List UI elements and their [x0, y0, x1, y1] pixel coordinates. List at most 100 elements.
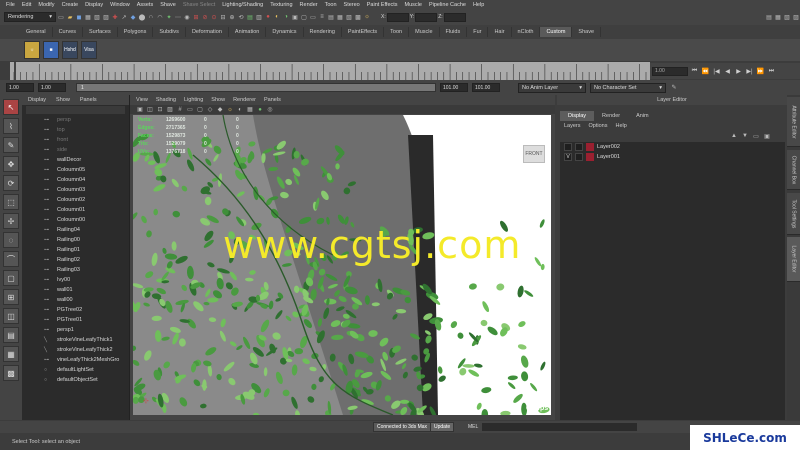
- layer-visibility-toggle[interactable]: V: [564, 153, 572, 161]
- deform-icon[interactable]: ✦: [165, 13, 173, 22]
- outliner-item[interactable]: ⊶ persp: [22, 115, 129, 125]
- outliner-item[interactable]: ○ defaultLightSet: [22, 365, 129, 375]
- prev-key-icon[interactable]: |◀: [712, 67, 721, 76]
- show-layer-editor-icon[interactable]: ▨: [792, 13, 800, 22]
- outliner-item[interactable]: ○ defaultObjectSet: [22, 375, 129, 385]
- viewport-menu-panels[interactable]: Panels: [264, 97, 281, 103]
- shelf-tab-dynamics[interactable]: Dynamics: [266, 27, 304, 37]
- connected-status[interactable]: Connected to 3ds Max: [373, 422, 432, 432]
- outliner-item[interactable]: ⊶ Ivy00: [22, 275, 129, 285]
- layer-tab-display[interactable]: Display: [560, 110, 595, 121]
- shelf-tab-general[interactable]: General: [20, 27, 53, 37]
- snap-point-icon[interactable]: ⊙: [210, 13, 218, 22]
- dynamics-icon[interactable]: ⋯: [174, 13, 182, 22]
- outliner-item[interactable]: ⊶ Railing02: [22, 255, 129, 265]
- menu-file[interactable]: File: [6, 2, 15, 8]
- layer-menu-help[interactable]: Help: [615, 123, 626, 129]
- scale-tool-icon[interactable]: ⬚: [3, 194, 19, 210]
- next-key-icon[interactable]: ▶|: [745, 67, 754, 76]
- side-tab-attribute-editor[interactable]: Attribute Editor: [787, 97, 800, 147]
- side-tab-layer-editor[interactable]: Layer Editor: [787, 237, 800, 282]
- cube-icon[interactable]: ■: [43, 41, 59, 59]
- paint-select-icon[interactable]: ✎: [3, 137, 19, 153]
- layer-visibility-toggle[interactable]: [564, 143, 572, 151]
- shelf-tab-rendering[interactable]: Rendering: [304, 27, 342, 37]
- layer-menu-layers[interactable]: Layers: [564, 123, 581, 129]
- save-scene-icon[interactable]: ◼: [75, 13, 83, 22]
- anim-layer-dropdown[interactable]: No Anim Layer ▾: [518, 82, 586, 93]
- layer-color-swatch[interactable]: [586, 153, 594, 161]
- hypershade-icon[interactable]: ▣: [291, 13, 299, 22]
- resolution-gate-icon[interactable]: ▢: [196, 105, 204, 114]
- shelf-tab-muscle[interactable]: Muscle: [409, 27, 440, 37]
- snap-plane-icon[interactable]: ⊟: [219, 13, 227, 22]
- shelf-button-visa[interactable]: Visa: [81, 41, 97, 59]
- outliner-item[interactable]: ⊶ PGTree01: [22, 315, 129, 325]
- ipr-render-icon[interactable]: ◐: [273, 13, 281, 22]
- lasso-tool-icon[interactable]: ⌇: [3, 118, 19, 134]
- layer-tab-anim[interactable]: Anim: [628, 111, 657, 121]
- camera-attrs-icon[interactable]: ◫: [146, 105, 154, 114]
- curve-icon[interactable]: ∩: [147, 13, 155, 22]
- smooth-shade-icon[interactable]: ◆: [216, 105, 224, 114]
- layer-icon[interactable]: ▩: [354, 13, 362, 22]
- current-frame-field[interactable]: 1.00: [652, 66, 688, 76]
- menu-help[interactable]: Help: [473, 2, 484, 8]
- play-forward-icon[interactable]: ▶: [734, 67, 743, 76]
- layer-menu-options[interactable]: Options: [589, 123, 608, 129]
- outliner-item[interactable]: ⊶ wall01: [22, 285, 129, 295]
- shelf-tab-ncloth[interactable]: nCloth: [512, 27, 541, 37]
- open-scene-icon[interactable]: ▰: [66, 13, 74, 22]
- two-pane-icon[interactable]: ◫: [3, 308, 19, 324]
- wireframe-icon[interactable]: ◇: [206, 105, 214, 114]
- character-set-dropdown[interactable]: No Character Set ▾: [590, 82, 666, 93]
- layer-row[interactable]: V Layer001: [560, 152, 785, 162]
- show-tool-settings-icon[interactable]: ▦: [774, 13, 782, 22]
- menu-muscle[interactable]: Muscle: [405, 2, 422, 8]
- bookmark-icon[interactable]: ⊡: [156, 105, 164, 114]
- show-attribute-editor-icon[interactable]: ▤: [765, 13, 773, 22]
- outliner-item[interactable]: ⊶ front: [22, 135, 129, 145]
- view-cube[interactable]: FRONT: [523, 145, 545, 163]
- 3d-viewport[interactable]: Verts: 1269600 0 0 Edges: 2717365 0 0 Faces: 1529…: [133, 115, 551, 415]
- outliner-item[interactable]: ⊶ Coloumn04: [22, 175, 129, 185]
- surface-icon[interactable]: ◠: [156, 13, 164, 22]
- input-ops-icon[interactable]: ▤: [246, 13, 254, 22]
- shelf-tab-subdivs[interactable]: Subdivs: [153, 27, 186, 37]
- new-layer-icon[interactable]: ▭: [752, 132, 760, 141]
- new-scene-icon[interactable]: ▭: [57, 13, 65, 22]
- shelf-tab-painteffects[interactable]: PaintEffects: [342, 27, 385, 37]
- shelf-tab-curves[interactable]: Curves: [53, 27, 83, 37]
- outliner-menu-panels[interactable]: Panels: [80, 97, 97, 103]
- snap-curve-icon[interactable]: ⊘: [201, 13, 209, 22]
- textured-icon[interactable]: ▦: [246, 105, 254, 114]
- shelf-tab-shave[interactable]: Shave: [572, 27, 602, 37]
- shelf-tab-hair[interactable]: Hair: [488, 27, 512, 37]
- playback-end-field[interactable]: 101.00: [440, 83, 468, 92]
- menu-create[interactable]: Create: [62, 2, 79, 8]
- isolate-icon[interactable]: ◎: [266, 105, 274, 114]
- menu-texturing[interactable]: Texturing: [270, 2, 292, 8]
- joint-icon[interactable]: ⬤: [138, 13, 146, 22]
- menu-shave[interactable]: Shave: [160, 2, 176, 8]
- outliner-item[interactable]: ⊶ persp1: [22, 325, 129, 335]
- input-line-icon[interactable]: ▭: [309, 13, 317, 22]
- menu-edit[interactable]: Edit: [22, 2, 31, 8]
- viewport-menu-view[interactable]: View: [136, 97, 148, 103]
- render-frame-icon[interactable]: ●: [264, 13, 272, 22]
- step-back-icon[interactable]: ⏪: [701, 67, 710, 76]
- outliner-item[interactable]: ⊶ vineLeafyThick2MeshGro: [22, 355, 129, 365]
- move-layer-up-icon[interactable]: ▲: [730, 132, 738, 141]
- x-field[interactable]: [386, 12, 409, 22]
- film-gate-icon[interactable]: ▭: [186, 105, 194, 114]
- outliner-item[interactable]: ⊶ Coloumn02: [22, 195, 129, 205]
- outliner-search[interactable]: [26, 106, 125, 114]
- menu-set-dropdown[interactable]: Rendering ▾: [4, 12, 56, 22]
- viewport-menu-shading[interactable]: Shading: [156, 97, 176, 103]
- shelf-tab-fur[interactable]: Fur: [467, 27, 489, 37]
- move-tool-icon[interactable]: ✥: [3, 156, 19, 172]
- viewport-menu-lighting[interactable]: Lighting: [184, 97, 203, 103]
- outliner-item[interactable]: ╲ strokeVineLeafyThick2: [22, 345, 129, 355]
- menu-paint-effects[interactable]: Paint Effects: [367, 2, 398, 8]
- select-hierarchy-icon[interactable]: ▦: [84, 13, 92, 22]
